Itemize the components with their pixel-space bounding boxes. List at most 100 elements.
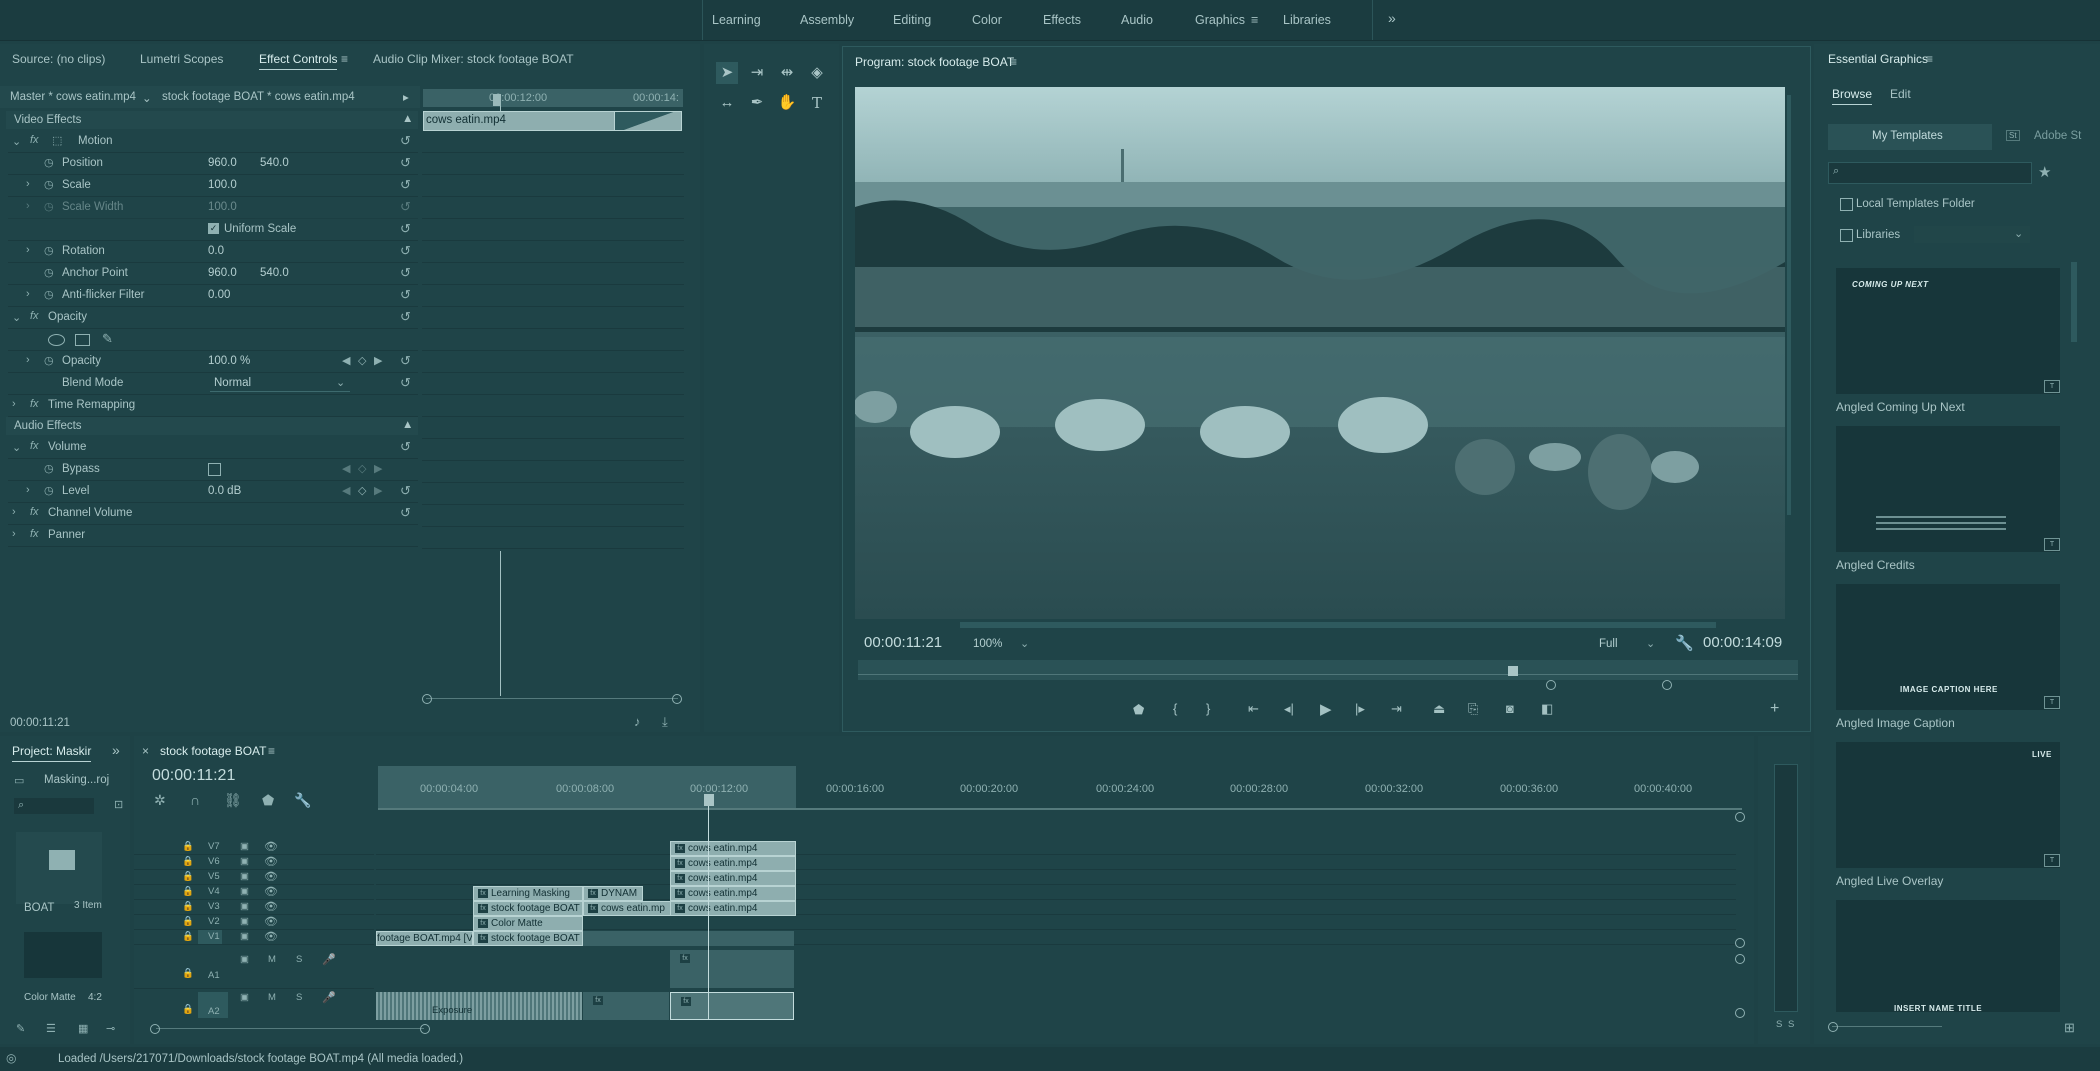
ec-zoom-bar[interactable] <box>426 698 678 699</box>
stopwatch-icon[interactable]: ◷ <box>44 178 54 191</box>
template-name[interactable]: Angled Credits <box>1836 558 1915 572</box>
tab-audio-clip-mixer[interactable]: Audio Clip Mixer: stock footage BOAT <box>373 52 574 66</box>
position-row[interactable]: ◷ Position 960.0 540.0 ↺ <box>8 153 418 175</box>
track-label[interactable]: A2 <box>208 1006 220 1017</box>
dropdown-icon[interactable]: ⌄ <box>142 91 152 105</box>
stopwatch-icon[interactable]: ◷ <box>44 200 54 213</box>
lock-icon[interactable]: 🔒 <box>182 1004 194 1015</box>
next-keyframe-icon[interactable]: ▶ <box>374 484 382 497</box>
solo-meter-button[interactable]: S <box>1776 1019 1782 1030</box>
timeline-zoom-handle-right[interactable] <box>420 1024 430 1034</box>
more-workspaces-icon[interactable]: » <box>1388 10 1396 26</box>
reset-icon[interactable]: ↺ <box>400 309 411 325</box>
rectangle-mask-icon[interactable] <box>75 334 90 346</box>
vertical-scroll-handle[interactable] <box>1735 1008 1745 1018</box>
export-frame-icon[interactable]: ⤓ <box>662 714 668 730</box>
anti-flicker-value[interactable]: 0.00 <box>208 289 230 301</box>
vertical-scroll-handle[interactable] <box>1735 954 1745 964</box>
sync-icon[interactable]: ▣ <box>240 841 249 852</box>
scale-row[interactable]: › ◷ Scale 100.0 ↺ <box>8 175 418 197</box>
v1-empty-selection[interactable] <box>583 931 794 946</box>
libraries-checkbox[interactable] <box>1840 229 1853 242</box>
stopwatch-icon[interactable]: ◷ <box>44 462 54 475</box>
transform-icon[interactable]: ⬚ <box>52 134 62 147</box>
workspace-learning[interactable]: Learning <box>712 13 761 27</box>
go-to-out-icon[interactable]: ⇥ <box>1391 701 1402 717</box>
templates-scrollbar[interactable] <box>2071 262 2077 342</box>
workspace-editing[interactable]: Editing <box>893 13 931 27</box>
reset-icon[interactable]: ↺ <box>400 221 411 237</box>
ec-zoom-handle-right[interactable] <box>672 694 682 704</box>
workspace-libraries[interactable]: Libraries <box>1283 13 1331 27</box>
anchor-y-value[interactable]: 540.0 <box>260 267 289 279</box>
fx-icon[interactable]: fx <box>30 398 39 410</box>
star-icon[interactable]: ★ <box>2038 163 2051 181</box>
new-layer-icon[interactable]: ⊞ <box>2064 1020 2075 1036</box>
zoom-select[interactable]: 100% ⌄ <box>970 636 1034 652</box>
template-name[interactable]: Angled Coming Up Next <box>1836 400 1965 414</box>
program-scrub-bar[interactable] <box>858 660 1798 680</box>
list-view-icon[interactable]: ☰ <box>46 1022 56 1035</box>
track-select-tool-icon[interactable]: ⇥ <box>746 62 768 84</box>
panner-row[interactable]: › fx Panner <box>8 525 418 547</box>
chevron-right-icon[interactable]: › <box>26 288 30 300</box>
vertical-scroll-handle[interactable] <box>1735 812 1745 822</box>
eye-icon[interactable]: 👁 <box>264 885 278 898</box>
template-thumbnail[interactable]: LIVE T <box>1836 742 2060 868</box>
reset-icon[interactable]: ↺ <box>400 353 411 369</box>
program-playhead-icon[interactable] <box>1508 666 1518 676</box>
stopwatch-icon[interactable]: ◷ <box>44 156 54 169</box>
panel-menu-icon[interactable]: ≡ <box>1926 52 1933 66</box>
ec-zoom-handle-left[interactable] <box>422 694 432 704</box>
track-label[interactable]: V7 <box>208 841 220 852</box>
stopwatch-icon[interactable]: ◷ <box>44 266 54 279</box>
ec-timecode[interactable]: 00:00:11:21 <box>10 717 70 729</box>
add-keyframe-icon[interactable]: ◇ <box>358 354 366 367</box>
timeline-clip[interactable]: footage BOAT.mp4 [V] <box>376 931 473 946</box>
more-panels-icon[interactable]: » <box>112 742 120 758</box>
workspace-effects[interactable]: Effects <box>1043 13 1081 27</box>
timeline-clip[interactable]: fx cows eatin.mp4 <box>670 901 796 916</box>
timeline-settings-icon[interactable]: 🔧 <box>294 792 311 809</box>
tab-lumetri-scopes[interactable]: Lumetri Scopes <box>140 52 223 66</box>
vertical-scroll-handle[interactable] <box>1735 938 1745 948</box>
play-icon[interactable]: ▶ <box>1320 700 1332 718</box>
reset-icon[interactable]: ↺ <box>400 155 411 171</box>
pen-tool-icon[interactable]: ✒ <box>746 92 768 114</box>
volume-row[interactable]: ⌄ fx Volume ↺ <box>8 437 418 459</box>
prev-keyframe-icon[interactable]: ◀ <box>342 484 350 497</box>
resolution-select[interactable]: Full ⌄ <box>1596 636 1662 652</box>
program-zoom-handle-right[interactable] <box>1662 680 1672 690</box>
reset-icon[interactable]: ↺ <box>400 483 411 499</box>
snap-icon[interactable]: ∩ <box>190 792 200 808</box>
uniform-scale-checkbox[interactable]: ✓ <box>208 223 219 234</box>
template-thumbnail[interactable]: IMAGE CAPTION HERE T <box>1836 584 2060 710</box>
solo-button[interactable]: S <box>296 992 302 1003</box>
lock-icon[interactable]: 🔒 <box>182 841 194 852</box>
stopwatch-icon[interactable]: ◷ <box>44 288 54 301</box>
audio-scrub-icon[interactable]: ♪ <box>634 714 641 729</box>
chevron-right-icon[interactable]: › <box>12 528 16 540</box>
export-frame-icon[interactable]: ◙ <box>1506 701 1514 716</box>
template-name[interactable]: Angled Image Caption <box>1836 716 1955 730</box>
audio-clip-a1[interactable]: fx <box>670 950 794 988</box>
reset-icon[interactable]: ↺ <box>400 265 411 281</box>
timeline-clip[interactable]: fx cows eatin.mp4 <box>670 886 796 901</box>
color-matte-item[interactable] <box>24 932 102 978</box>
prev-keyframe-icon[interactable]: ◀ <box>342 354 350 367</box>
motion-row[interactable]: ⌄ fx ⬚ Motion ↺ <box>8 131 418 153</box>
collapse-icon[interactable]: ▲ <box>402 113 413 125</box>
ec-keyframe-area[interactable] <box>422 131 684 551</box>
fx-icon[interactable]: fx <box>30 528 39 540</box>
reset-icon[interactable]: ↺ <box>400 177 411 193</box>
program-video-frame[interactable] <box>855 87 1785 619</box>
ec-clip[interactable]: cows eatin.mp4 <box>423 111 615 131</box>
blend-mode-row[interactable]: Blend Mode Normal ⌄ ↺ <box>8 373 418 395</box>
write-protect-icon[interactable]: ✎ <box>16 1022 25 1035</box>
eye-icon[interactable]: 👁 <box>264 915 278 928</box>
chevron-down-icon[interactable]: ⌄ <box>12 135 21 148</box>
level-row[interactable]: › ◷ Level 0.0 dB ◀ ◇ ▶ ↺ <box>8 481 418 503</box>
ec-clip-transition[interactable] <box>614 111 682 131</box>
panel-menu-icon[interactable]: ≡ <box>341 52 348 66</box>
prev-keyframe-icon[interactable]: ◀ <box>342 462 350 475</box>
